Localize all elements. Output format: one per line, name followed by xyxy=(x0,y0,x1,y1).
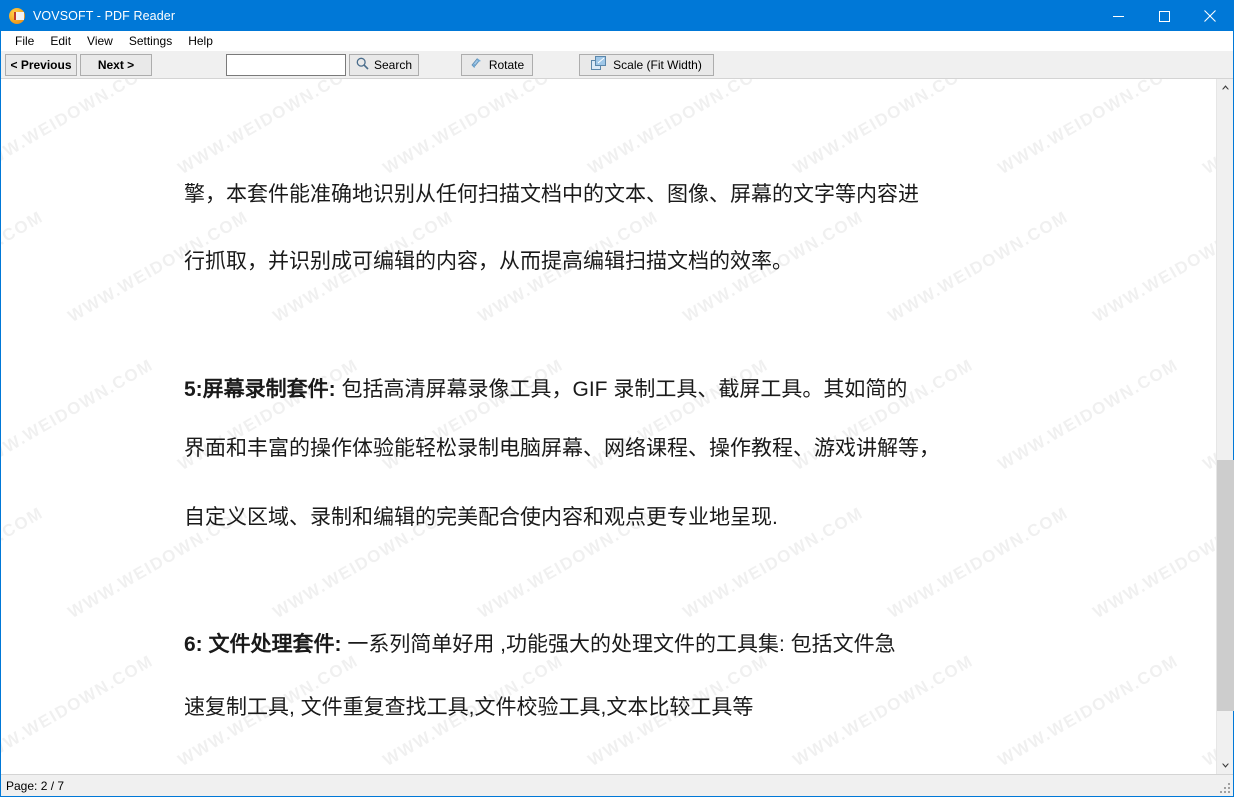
doc-line-text: 一系列简单好用 ,功能强大的处理文件的工具集: 包括文件急 xyxy=(341,633,896,656)
status-bar: Page: 2 / 7 xyxy=(1,774,1233,796)
watermark-text: WWW.WEIDOWN.COM xyxy=(884,503,1072,622)
watermark-text: WWW.WEIDOWN.COM xyxy=(1089,207,1216,326)
search-button-label: Search xyxy=(373,57,413,72)
resize-grip-icon[interactable] xyxy=(1218,781,1230,793)
doc-line-text: 界面和丰富的操作体验能轻松录制电脑屏幕、网络课程、操作教程、游戏讲解等， xyxy=(184,437,940,460)
menu-item-file[interactable]: File xyxy=(7,32,42,50)
doc-line-text: 速复制工具, 文件重复查找工具,文件校验工具,文本比较工具等 xyxy=(184,696,754,719)
search-input[interactable] xyxy=(226,53,346,76)
watermark-text: WWW.WEIDOWN.COM xyxy=(1,355,157,474)
watermark-text: WWW.WEIDOWN.COM xyxy=(1199,355,1216,474)
doc-line-bold: 5:屏幕录制套件: xyxy=(184,378,336,401)
doc-line-text: 包括高清屏幕录像工具，GIF 录制工具、截屏工具。其如简的 xyxy=(335,378,908,401)
title-bar: VOVSOFT - PDF Reader xyxy=(1,1,1233,31)
watermark-text: WWW.WEIDOWN.COM xyxy=(1089,503,1216,622)
application-window: VOVSOFT - PDF Reader File Edit View Sett… xyxy=(0,0,1234,797)
watermark-text: WWW.WEIDOWN.COM xyxy=(1,79,157,178)
doc-line: 自定义区域、录制和编辑的完美配合使内容和观点更专业地呈现. xyxy=(184,507,778,528)
rotate-button[interactable]: Rotate xyxy=(461,53,533,76)
fit-width-icon xyxy=(591,55,607,74)
vovsoft-logo-icon xyxy=(9,8,25,24)
doc-line: 擎，本套件能准确地识别从任何扫描文档中的文本、图像、屏幕的文字等内容进 xyxy=(184,184,919,205)
doc-line-text: 自定义区域、录制和编辑的完美配合使内容和观点更专业地呈现. xyxy=(184,506,778,529)
watermark-text: WWW.WEIDOWN.COM xyxy=(1,503,47,622)
scale-button-label: Scale (Fit Width) xyxy=(613,57,702,72)
scroll-down-button[interactable] xyxy=(1217,757,1233,774)
minimize-icon[interactable] xyxy=(1095,1,1141,31)
scroll-up-button[interactable] xyxy=(1217,79,1233,96)
window-title: VOVSOFT - PDF Reader xyxy=(33,9,176,23)
watermark-text: WWW.WEIDOWN.COM xyxy=(994,651,1182,770)
scrollbar-track[interactable] xyxy=(1217,96,1234,757)
scale-button[interactable]: Scale (Fit Width) xyxy=(579,53,714,76)
window-controls xyxy=(1095,1,1233,31)
rotate-button-label: Rotate xyxy=(488,57,525,72)
doc-line-bold: 6: 文件处理套件: xyxy=(184,633,342,656)
doc-line: 速复制工具, 文件重复查找工具,文件校验工具,文本比较工具等 xyxy=(184,697,753,718)
toolbar: < Previous Next > Search Rotate Scale (F… xyxy=(1,51,1233,79)
watermark-text: WWW.WEIDOWN.COM xyxy=(1,207,47,326)
vertical-scrollbar[interactable] xyxy=(1216,79,1234,774)
search-button[interactable]: Search xyxy=(349,53,419,76)
doc-line-text: 行抓取，并识别成可编辑的内容，从而提高编辑扫描文档的效率。 xyxy=(184,250,793,273)
page-indicator: Page: 2 / 7 xyxy=(6,778,65,793)
doc-line: 行抓取，并识别成可编辑的内容，从而提高编辑扫描文档的效率。 xyxy=(184,251,793,272)
menu-item-view[interactable]: View xyxy=(79,32,121,50)
doc-line-heading: 5:屏幕录制套件: 包括高清屏幕录像工具，GIF 录制工具、截屏工具。其如简的 xyxy=(184,379,907,400)
watermark-text: WWW.WEIDOWN.COM xyxy=(1,651,157,770)
watermark-text: WWW.WEIDOWN.COM xyxy=(584,79,772,178)
magnifier-icon xyxy=(356,57,369,73)
watermark-text: WWW.WEIDOWN.COM xyxy=(379,79,567,178)
next-page-button[interactable]: Next > xyxy=(80,53,152,76)
doc-line-text: 擎，本套件能准确地识别从任何扫描文档中的文本、图像、屏幕的文字等内容进 xyxy=(184,183,919,206)
menu-item-help[interactable]: Help xyxy=(180,32,221,50)
watermark-text: WWW.WEIDOWN.COM xyxy=(884,207,1072,326)
document-viewport: WWW.WEIDOWN.COM WWW.WEIDOWN.COM WWW.WEIDOW… xyxy=(1,79,1234,774)
pdf-page[interactable]: WWW.WEIDOWN.COM WWW.WEIDOWN.COM WWW.WEIDOW… xyxy=(1,79,1216,774)
watermark-text: WWW.WEIDOWN.COM xyxy=(1199,651,1216,770)
close-icon[interactable] xyxy=(1187,1,1233,31)
watermark-text: WWW.WEIDOWN.COM xyxy=(174,79,362,178)
watermark-text: WWW.WEIDOWN.COM xyxy=(994,355,1182,474)
watermark-text: WWW.WEIDOWN.COM xyxy=(789,651,977,770)
previous-page-button[interactable]: < Previous xyxy=(5,53,77,76)
menu-item-settings[interactable]: Settings xyxy=(121,32,180,50)
menu-bar: File Edit View Settings Help xyxy=(1,31,1233,51)
watermark-text: WWW.WEIDOWN.COM xyxy=(789,79,977,178)
doc-line-heading: 6: 文件处理套件: 一系列简单好用 ,功能强大的处理文件的工具集: 包括文件急 xyxy=(184,634,896,655)
doc-line: 界面和丰富的操作体验能轻松录制电脑屏幕、网络课程、操作教程、游戏讲解等， xyxy=(184,438,940,459)
scrollbar-thumb[interactable] xyxy=(1217,459,1234,711)
watermark-text: WWW.WEIDOWN.COM xyxy=(994,79,1182,178)
maximize-icon[interactable] xyxy=(1141,1,1187,31)
rotate-icon xyxy=(470,56,484,73)
menu-item-edit[interactable]: Edit xyxy=(42,32,79,50)
watermark-text: WWW.WEIDOWN.COM xyxy=(1199,79,1216,178)
